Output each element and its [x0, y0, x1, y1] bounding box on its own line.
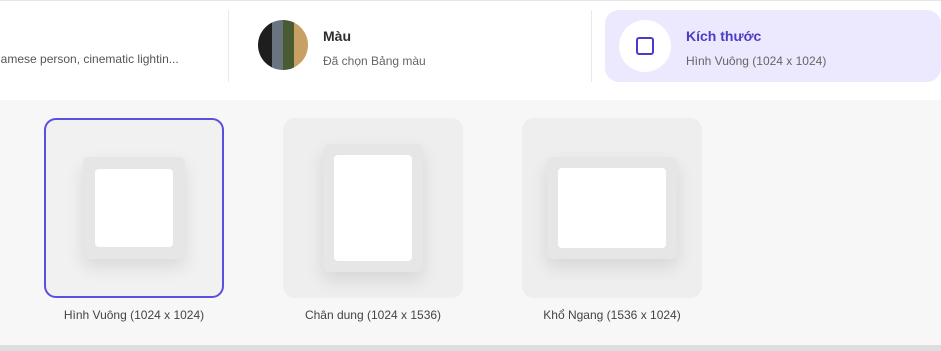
swatch-stripe [283, 20, 294, 70]
segment-divider [228, 10, 229, 82]
portrait-preview-frame [323, 144, 423, 272]
color-segment-subtitle: Đã chọn Bảng màu [323, 54, 426, 68]
color-segment[interactable]: Màu Đã chọn Bảng màu [244, 8, 574, 84]
size-segment[interactable]: Kích thước Hình Vuông (1024 x 1024) [605, 10, 941, 82]
portrait-preview-canvas [334, 155, 412, 261]
size-option-square-label[interactable]: Hình Vuông (1024 x 1024) [34, 308, 234, 322]
swatch-stripe [294, 20, 308, 70]
segment-divider [591, 10, 592, 82]
size-icon-container [619, 20, 671, 72]
size-option-landscape-label[interactable]: Khổ Ngang (1536 x 1024) [512, 308, 712, 322]
prompt-preview-text: namese person, cinematic lightin... [0, 52, 179, 66]
size-option-portrait[interactable] [283, 118, 463, 298]
size-segment-title: Kích thước [686, 28, 762, 44]
size-option-landscape[interactable] [522, 118, 702, 298]
swatch-stripe [258, 20, 272, 70]
landscape-preview-frame [547, 157, 677, 259]
square-icon [636, 37, 654, 55]
swatch-stripe [272, 20, 283, 70]
panel-bottom-border [0, 345, 941, 351]
size-option-square[interactable] [44, 118, 224, 298]
size-option-portrait-label[interactable]: Chân dung (1024 x 1536) [273, 308, 473, 322]
prompt-segment[interactable]: namese person, cinematic lightin... [0, 0, 228, 100]
color-segment-title: Màu [323, 28, 351, 44]
toolbar: namese person, cinematic lightin... Màu … [0, 0, 941, 100]
size-segment-subtitle: Hình Vuông (1024 x 1024) [686, 54, 827, 68]
square-preview-canvas [95, 169, 173, 247]
color-palette-swatch-icon [258, 20, 308, 70]
landscape-preview-canvas [558, 168, 666, 248]
square-preview-frame [83, 157, 185, 259]
